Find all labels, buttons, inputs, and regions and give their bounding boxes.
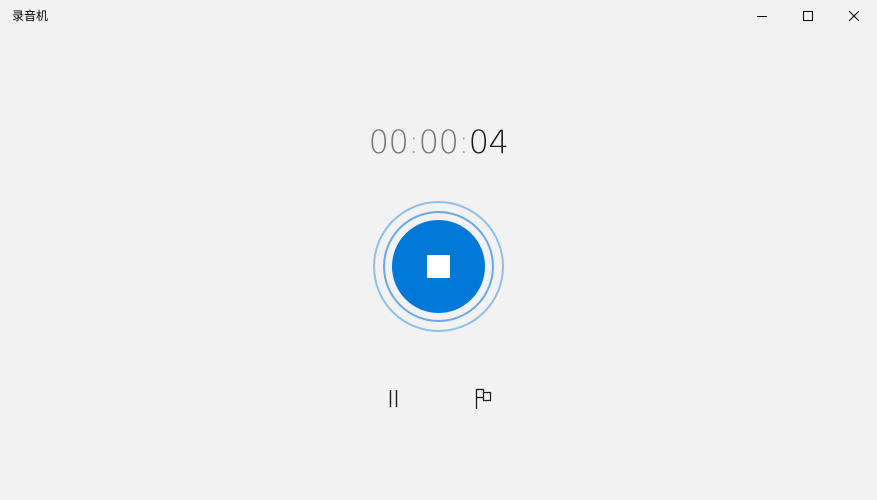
record-control (373, 201, 504, 332)
minimize-icon (757, 11, 767, 21)
app-title: 录音机 (12, 9, 49, 23)
title-bar[interactable]: 录音机 (0, 0, 877, 32)
timer-hours: 00 (368, 123, 409, 161)
flag-icon (474, 388, 494, 414)
pause-icon (386, 390, 402, 412)
maximize-icon (803, 11, 813, 21)
maximize-button[interactable] (785, 0, 831, 32)
close-button[interactable] (831, 0, 877, 32)
timer-separator: : (458, 123, 469, 161)
close-icon (849, 11, 859, 21)
add-marker-button[interactable] (468, 385, 500, 417)
recording-timer: 00:00:04 (0, 120, 877, 164)
timer-seconds: 04 (468, 123, 509, 161)
pause-button[interactable] (378, 385, 410, 417)
voice-recorder-window: 录音机 00:00:04 (0, 0, 877, 500)
minimize-button[interactable] (739, 0, 785, 32)
stop-recording-button[interactable] (392, 220, 485, 313)
timer-minutes: 00 (418, 123, 459, 161)
timer-separator: : (408, 123, 419, 161)
stop-icon (427, 255, 450, 278)
